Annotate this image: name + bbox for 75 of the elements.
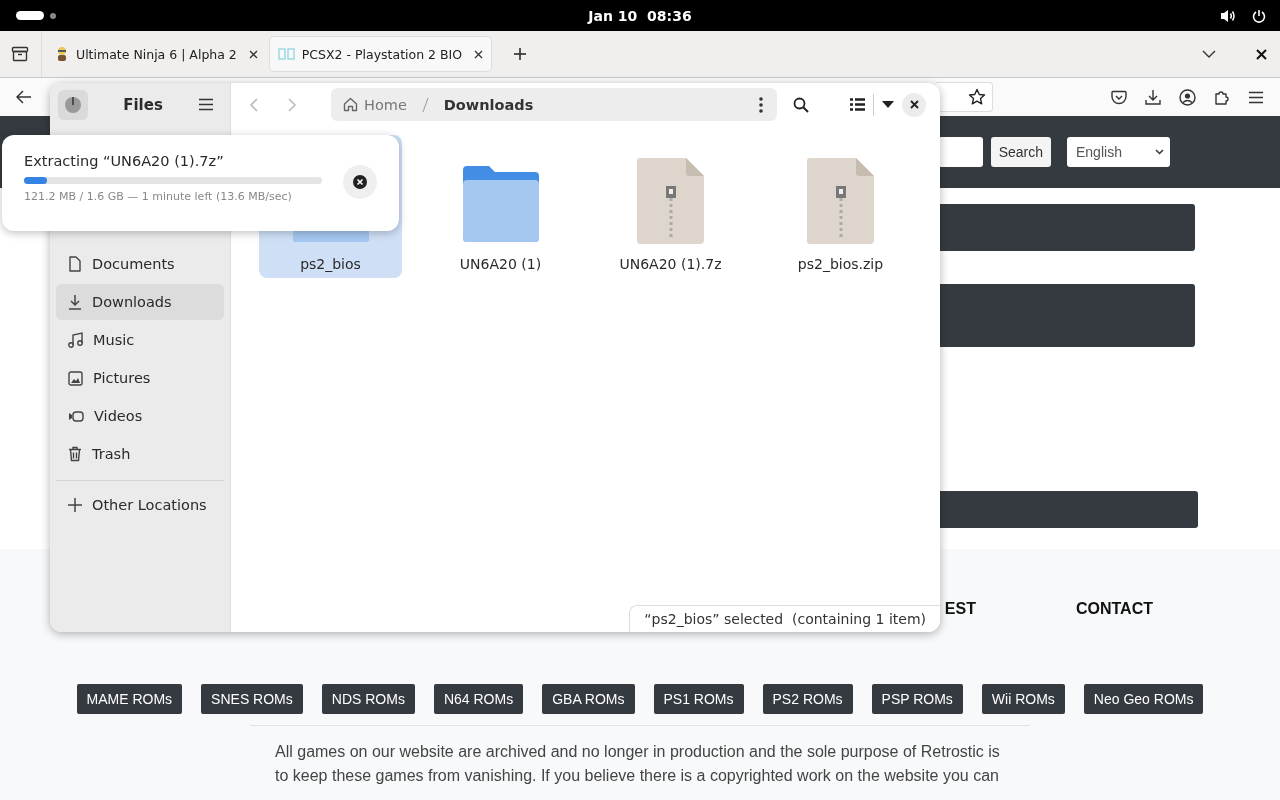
disclaimer-text: All games on our website are archived and no longer in production and the sole purpose of Retrostic is to keep these games from vanishing. If you believe there is a copyrighted work on the website you can <box>275 742 1001 786</box>
breadcrumb[interactable]: Downloads <box>443 96 534 113</box>
file-item[interactable]: ps2_bios.zip <box>769 135 912 278</box>
sidebar-item[interactable]: Downloads <box>56 284 224 320</box>
close-icon[interactable] <box>1256 48 1267 60</box>
status-popup: “ps2_bios” selected (containing 1 item) <box>629 605 940 632</box>
rom-category-button[interactable]: NDS ROMs <box>321 684 415 714</box>
close-tab-icon[interactable] <box>474 49 484 59</box>
document-icon <box>68 256 82 272</box>
video-camera-icon <box>68 409 84 423</box>
site-logo-icon <box>277 47 296 61</box>
cancel-button[interactable] <box>343 165 377 199</box>
breadcrumb[interactable]: Home <box>364 96 407 113</box>
search-field[interactable] <box>937 137 983 167</box>
language-dropdown[interactable]: English <box>1067 137 1170 167</box>
more-icon[interactable] <box>759 96 763 113</box>
back-icon[interactable] <box>16 90 32 104</box>
zip-file-icon <box>806 158 875 244</box>
search-button[interactable]: Search <box>990 137 1051 167</box>
rom-category-button[interactable]: PS1 ROMs <box>653 684 744 714</box>
cancel-icon <box>353 175 367 189</box>
star-icon[interactable] <box>968 88 986 106</box>
search-icon[interactable] <box>793 96 809 113</box>
sidebar-item[interactable]: Pictures <box>56 360 224 396</box>
home-icon <box>343 97 358 112</box>
zip-file-icon <box>636 158 705 244</box>
download-icon <box>68 294 82 310</box>
account-icon[interactable] <box>1179 88 1196 106</box>
rom-category-button[interactable]: N64 ROMs <box>433 684 524 714</box>
sidebar-item[interactable]: Documents <box>56 246 224 282</box>
sidebar-item[interactable]: Videos <box>56 398 224 434</box>
music-icon <box>68 332 83 348</box>
rom-category-button[interactable]: PS2 ROMs <box>762 684 853 714</box>
file-item[interactable]: UN6A20 (1) <box>429 135 572 278</box>
rom-category-button[interactable]: Wii ROMs <box>981 684 1065 714</box>
list-view-icon[interactable] <box>850 98 865 111</box>
browser-tab[interactable]: Ultimate Ninja 6 | Alpha 2 <box>46 37 266 71</box>
app-title: Files <box>122 95 164 114</box>
clock[interactable]: Jan 10 08:36 <box>570 7 710 24</box>
new-tab-icon[interactable] <box>513 47 528 61</box>
menu-icon[interactable] <box>198 98 214 111</box>
picture-icon <box>68 370 83 386</box>
sidebar-item[interactable]: Other Locations <box>56 487 224 523</box>
rom-category-button[interactable]: GBA ROMs <box>542 684 635 714</box>
browser-tab[interactable]: PCSX2 - Playstation 2 BIO <box>269 37 492 71</box>
dropdown-arrow-icon[interactable] <box>882 101 894 108</box>
menu-icon[interactable] <box>1248 90 1264 104</box>
file-item[interactable]: UN6A20 (1).7z <box>599 135 742 278</box>
workspace-indicator[interactable] <box>16 11 44 20</box>
download-icon[interactable] <box>1145 89 1161 105</box>
archive-icon[interactable] <box>11 46 29 62</box>
plus-icon <box>68 498 82 512</box>
puzzle-icon[interactable] <box>1214 89 1230 105</box>
close-tab-icon[interactable] <box>248 49 258 59</box>
trash-icon <box>68 446 82 462</box>
pie-icon <box>64 95 82 114</box>
sidebar-item[interactable]: Trash <box>56 436 224 472</box>
close-icon <box>909 100 919 109</box>
close-button[interactable] <box>902 92 926 117</box>
operation-title: Extracting “UN6A20 (1).7z” <box>24 153 225 169</box>
rom-category-button[interactable]: PSP ROMs <box>871 684 963 714</box>
chevron-down-icon[interactable] <box>1202 50 1216 58</box>
progress-detail: 121.2 MB / 1.6 GB — 1 minute left (13.6 MB/sec) <box>24 190 293 203</box>
pocket-icon[interactable] <box>1111 89 1127 105</box>
volume-icon[interactable] <box>1220 8 1236 23</box>
chevron-down-icon <box>1155 149 1164 155</box>
footer-link[interactable]: CONTACT <box>1075 600 1153 618</box>
workspace-indicator[interactable] <box>50 12 56 19</box>
rom-category-button[interactable]: Neo Geo ROMs <box>1083 684 1204 714</box>
rom-category-button[interactable]: SNES ROMs <box>201 684 303 714</box>
power-icon[interactable] <box>1252 8 1266 23</box>
rom-category-button[interactable]: MAME ROMs <box>76 684 183 714</box>
address-bar[interactable] <box>936 82 993 112</box>
footer-link[interactable]: EST <box>944 600 976 618</box>
sidebar-item[interactable]: Music <box>56 322 224 358</box>
